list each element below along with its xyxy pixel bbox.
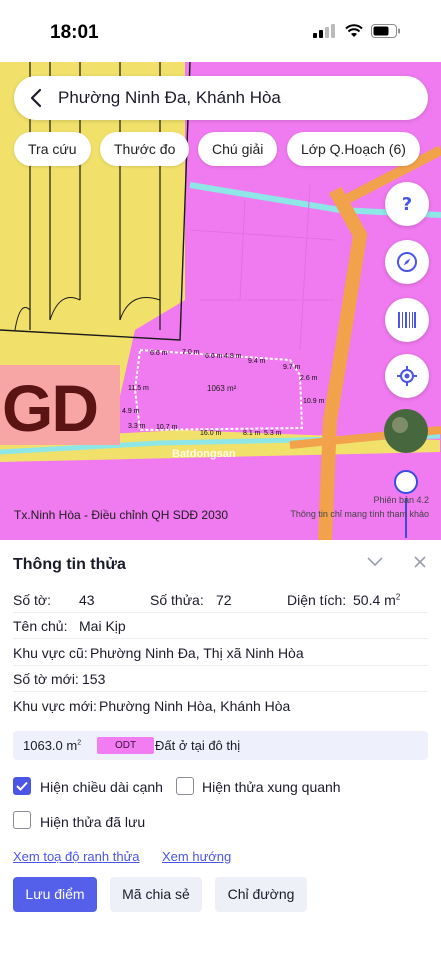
parcel-area-label: 1063 m² xyxy=(207,384,237,393)
search-query[interactable]: Phường Ninh Đa, Khánh Hòa xyxy=(58,88,281,108)
battery-icon xyxy=(371,24,400,38)
divider xyxy=(13,612,428,613)
collapse-button[interactable] xyxy=(365,552,385,572)
back-button[interactable] xyxy=(14,76,58,120)
help-button[interactable]: ? xyxy=(385,182,429,226)
signal-icon xyxy=(313,24,335,38)
edge-length-label: 8.1 m xyxy=(243,430,261,437)
close-button[interactable] xyxy=(410,552,430,572)
chevron-down-icon xyxy=(367,557,383,567)
edge-length-label: 9.4 m xyxy=(248,358,266,365)
map-caption-plan: Tx.Ninh Hòa - Điều chỉnh QH SDĐ 2030 xyxy=(14,508,229,522)
status-time: 18:01 xyxy=(50,22,99,43)
divider xyxy=(13,638,428,639)
save-point-button[interactable]: Lưu điểm xyxy=(13,877,97,912)
land-use-row: 1063.0 m2 ODT Đất ở tại đô thị xyxy=(13,731,428,760)
directions-button[interactable]: Chỉ đường xyxy=(215,877,307,912)
barcode-icon xyxy=(398,312,416,328)
dien-tich-label: Diện tích: xyxy=(287,592,347,608)
opacity-slider-knob[interactable] xyxy=(394,470,418,494)
map-zone-label: GD xyxy=(2,371,99,445)
so-to-moi-label: Số tờ mới: xyxy=(13,671,79,687)
edge-length-label: 6.6 m xyxy=(205,353,223,360)
edge-length-label: 7.0 m xyxy=(182,349,200,356)
panel-title: Thông tin thửa xyxy=(13,556,126,573)
chip-row: Tra cứu Thước đo Chú giải Lớp Q.Hoạch (6… xyxy=(12,132,432,166)
satellite-layer-button[interactable] xyxy=(385,409,429,453)
edge-length-label: 9.7 m xyxy=(283,364,301,371)
edge-length-label: 6.6 m xyxy=(150,350,168,357)
so-to-moi-value: 153 xyxy=(82,671,106,687)
show-neighbor-parcels-checkbox[interactable] xyxy=(176,777,194,795)
khu-vuc-cu-label: Khu vực cũ: xyxy=(13,645,88,661)
chip-tra-cuu[interactable]: Tra cứu xyxy=(14,132,91,166)
ten-chu-value: Mai Kịp xyxy=(79,618,126,634)
map-caption-disclaimer: Thông tin chỉ mang tính tham khảo xyxy=(290,509,429,519)
chevron-left-icon xyxy=(30,88,42,108)
edge-length-label: 2.6 m xyxy=(300,375,318,382)
share-code-button[interactable]: Mã chia sẻ xyxy=(110,877,202,912)
compass-icon xyxy=(397,252,417,272)
wifi-icon xyxy=(345,24,363,37)
land-code-badge: ODT xyxy=(97,737,154,754)
khu-vuc-cu-value: Phường Ninh Đa, Thị xã Ninh Hòa xyxy=(90,645,304,661)
khu-vuc-moi-value: Phường Ninh Hòa, Khánh Hòa xyxy=(99,698,291,714)
chip-chu-giai[interactable]: Chú giải xyxy=(198,132,278,166)
edge-length-label: 10.7 m xyxy=(156,424,178,431)
locate-icon xyxy=(397,366,417,386)
help-icon: ? xyxy=(402,194,412,214)
watermark-logo: Batdongsan xyxy=(172,448,236,460)
edge-length-label: 16.0 m xyxy=(200,430,222,437)
show-neighbor-parcels-label[interactable]: Hiện thửa xung quanh xyxy=(202,779,341,795)
show-edge-length-label[interactable]: Hiện chiều dài cạnh xyxy=(40,779,163,795)
show-edge-length-checkbox[interactable] xyxy=(13,777,31,795)
edge-length-label: 11.5 m xyxy=(128,385,149,392)
chip-lop-quy-hoach[interactable]: Lớp Q.Hoạch (6) xyxy=(287,132,420,166)
view-direction-link[interactable]: Xem hướng xyxy=(162,849,231,864)
show-saved-parcels-checkbox[interactable] xyxy=(13,811,31,829)
show-saved-parcels-label[interactable]: Hiện thửa đã lưu xyxy=(40,814,145,830)
so-thua-value: 72 xyxy=(216,592,232,608)
svg-text:?: ? xyxy=(402,194,412,214)
compass-button[interactable] xyxy=(385,240,429,284)
search-bar[interactable]: Phường Ninh Đa, Khánh Hòa xyxy=(14,76,428,120)
barcode-button[interactable] xyxy=(385,298,429,342)
edge-length-label: 5.3 m xyxy=(264,430,282,437)
edge-length-label: 3.3 m xyxy=(128,423,146,430)
khu-vuc-moi-label: Khu vực mới: xyxy=(13,698,97,714)
view-boundary-coordinates-link[interactable]: Xem toạ độ ranh thửa xyxy=(13,849,140,864)
so-to-value: 43 xyxy=(79,592,95,608)
locate-button[interactable] xyxy=(385,354,429,398)
dien-tich-value: 50.4 m2 xyxy=(353,592,401,608)
edge-length-label: 10.9 m xyxy=(303,398,325,405)
status-bar: 18:01 xyxy=(0,0,441,62)
edge-length-label: 4.9 m xyxy=(122,408,140,415)
land-area-value: 1063.0 m2 xyxy=(23,738,82,753)
land-type-label: Đất ở tại đô thị xyxy=(155,738,241,753)
so-to-label: Số tờ: xyxy=(13,592,51,608)
status-icons xyxy=(313,24,401,38)
ten-chu-label: Tên chủ: xyxy=(13,618,68,634)
divider xyxy=(13,665,428,666)
edge-length-label: 4.8 m xyxy=(224,353,242,360)
map-version: Phiên bản 4.2 xyxy=(373,495,429,505)
close-icon xyxy=(414,556,426,568)
checkmark-icon xyxy=(16,781,28,791)
chip-thuoc-do[interactable]: Thước đo xyxy=(100,132,190,166)
so-thua-label: Số thửa: xyxy=(150,592,204,608)
divider xyxy=(13,691,428,692)
